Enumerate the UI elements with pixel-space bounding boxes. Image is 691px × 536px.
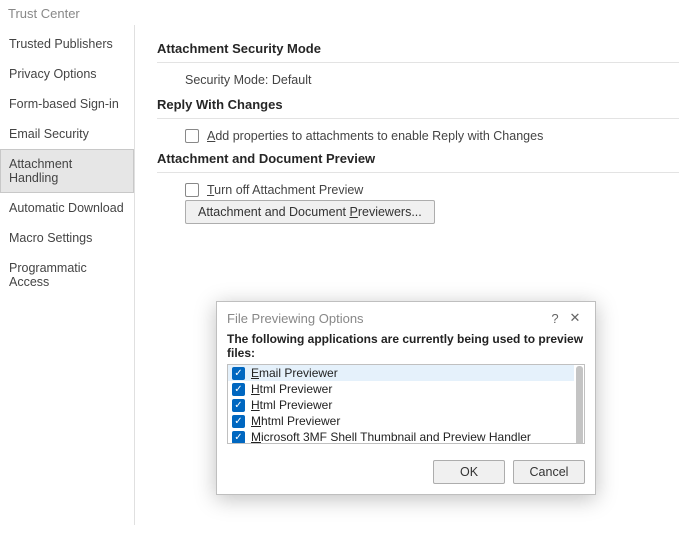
previewers-button[interactable]: Attachment and Document Previewers... (185, 200, 435, 224)
list-item[interactable]: ✓ Mhtml Previewer (228, 413, 574, 429)
list-item-label: Html Previewer (251, 398, 332, 412)
divider (157, 118, 679, 119)
close-icon[interactable]: ✕ (565, 310, 585, 326)
sidebar-item-attachment-handling[interactable]: Attachment Handling (0, 149, 134, 193)
list-item[interactable]: ✓ Microsoft 3MF Shell Thumbnail and Previ… (228, 429, 574, 443)
divider (157, 172, 679, 173)
dialog-button-row: OK Cancel (217, 452, 595, 494)
scrollbar-thumb[interactable] (576, 366, 583, 444)
section-security-title: Attachment Security Mode (157, 41, 679, 56)
sidebar: Trusted PublishersPrivacy OptionsForm-ba… (0, 25, 135, 525)
checkbox-icon[interactable]: ✓ (232, 415, 245, 428)
section-preview-title: Attachment and Document Preview (157, 151, 679, 166)
checkbox-icon[interactable]: ✓ (232, 367, 245, 380)
checkbox-icon[interactable]: ✓ (232, 399, 245, 412)
sidebar-item-email-security[interactable]: Email Security (0, 119, 134, 149)
checkbox-icon[interactable] (185, 129, 199, 143)
dialog-titlebar: File Previewing Options ? ✕ (217, 302, 595, 332)
section-reply-title: Reply With Changes (157, 97, 679, 112)
list-item[interactable]: ✓ Html Previewer (228, 397, 574, 413)
trust-center-window: Trust Center Trusted PublishersPrivacy O… (0, 0, 691, 536)
window-body: Trusted PublishersPrivacy OptionsForm-ba… (0, 25, 691, 536)
divider (157, 62, 679, 63)
list-item-label: Email Previewer (251, 366, 338, 380)
security-mode-label: Security Mode: (185, 73, 268, 87)
list-item-label: Mhtml Previewer (251, 414, 340, 428)
sidebar-item-macro-settings[interactable]: Macro Settings (0, 223, 134, 253)
sidebar-item-automatic-download[interactable]: Automatic Download (0, 193, 134, 223)
checkbox-icon[interactable] (185, 183, 199, 197)
sidebar-item-programmatic-access[interactable]: Programmatic Access (0, 253, 134, 297)
dialog-body: The following applications are currently… (217, 332, 595, 452)
help-icon[interactable]: ? (545, 311, 565, 326)
list-item-label: Microsoft 3MF Shell Thumbnail and Previe… (251, 430, 531, 443)
reply-changes-label: Add properties to attachments to enable … (207, 129, 543, 143)
sidebar-item-form-based-sign-in[interactable]: Form-based Sign-in (0, 89, 134, 119)
reply-changes-checkbox-row[interactable]: Add properties to attachments to enable … (157, 129, 679, 143)
list-item[interactable]: ✓ Html Previewer (228, 381, 574, 397)
security-mode-value: Default (272, 73, 312, 87)
window-title: Trust Center (0, 0, 691, 25)
previewers-listbox[interactable]: ✓ Email Previewer ✓ Html Previewer ✓ Html Pre… (227, 364, 585, 444)
checkbox-icon[interactable]: ✓ (232, 431, 245, 444)
turn-off-preview-label: Turn off Attachment Preview (207, 183, 363, 197)
turn-off-preview-checkbox-row[interactable]: Turn off Attachment Preview (157, 183, 679, 197)
checkbox-icon[interactable]: ✓ (232, 383, 245, 396)
security-mode-row: Security Mode: Default (157, 73, 679, 87)
dialog-instruction: The following applications are currently… (227, 332, 585, 360)
file-previewing-dialog: File Previewing Options ? ✕ The followin… (216, 301, 596, 495)
sidebar-item-trusted-publishers[interactable]: Trusted Publishers (0, 29, 134, 59)
cancel-button[interactable]: Cancel (513, 460, 585, 484)
list-item[interactable]: ✓ Email Previewer (228, 365, 574, 381)
list-item-label: Html Previewer (251, 382, 332, 396)
dialog-title: File Previewing Options (227, 311, 545, 326)
sidebar-item-privacy-options[interactable]: Privacy Options (0, 59, 134, 89)
ok-button[interactable]: OK (433, 460, 505, 484)
